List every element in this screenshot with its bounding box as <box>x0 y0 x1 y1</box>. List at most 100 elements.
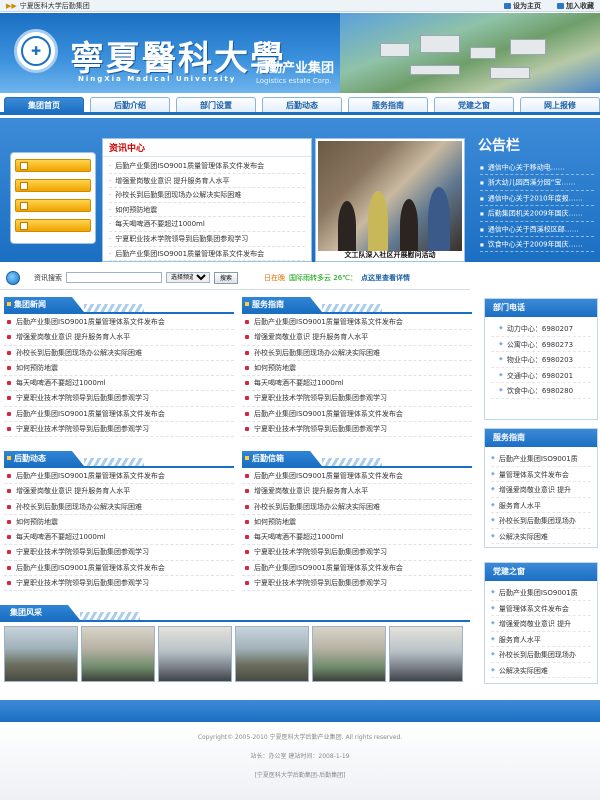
list-item[interactable]: 宁夏职业技术学院领导到后勤集团参观学习 <box>242 391 472 407</box>
list-item[interactable]: 孙校长到后勤集团现场办公解决实际困难 <box>242 500 472 515</box>
quick-link-button[interactable] <box>15 199 91 212</box>
weather-detail-link[interactable]: 点这里查看详情 <box>361 273 410 283</box>
weather-text: 国际雨转多云 26℃： <box>289 273 358 282</box>
news-item[interactable]: 孙校长到后勤集团现场办公解决实际困难 <box>109 188 305 203</box>
list-item[interactable]: 宁夏职业技术学院领导到后勤集团参观学习 <box>4 545 234 561</box>
list-item[interactable]: 后勤产业集团ISO9001质量管理体系文件发布会 <box>4 469 234 485</box>
notice-item[interactable]: 通信中心关于移动电…… <box>480 160 594 176</box>
list-item[interactable]: 宁夏职业技术学院领导到后勤集团参观学习 <box>4 391 234 407</box>
tab-repair[interactable]: 网上报修 <box>520 97 600 112</box>
arrow-icon: ▶▶ <box>6 1 17 10</box>
tab-departments[interactable]: 部门设置 <box>176 97 256 112</box>
footer-site-name[interactable]: [宁夏医科大学后勤集团-后勤集团] <box>0 770 600 779</box>
search-input[interactable] <box>66 272 162 283</box>
sidebar-item[interactable]: 后勤产业集团ISO9001质 <box>491 451 591 467</box>
list-item[interactable]: 每天喝啤酒不要超过1000ml <box>4 376 234 392</box>
list-item[interactable]: 每天喝啤酒不要超过1000ml <box>242 376 472 392</box>
university-logo: ✚ <box>14 29 58 73</box>
sidebar-item[interactable]: 公解决实际困难 <box>491 529 591 544</box>
gallery-thumbnail[interactable] <box>235 626 309 682</box>
gallery-section: 集团风采 <box>0 605 470 688</box>
feature-photo[interactable]: 文工队深入社区开展慰问活动 <box>315 138 465 262</box>
sidebar-item[interactable]: 后勤产业集团ISO9001质 <box>491 585 591 601</box>
sidebar-item[interactable]: 量管理体系文件发布会 <box>491 467 591 482</box>
tab-home[interactable]: 集团首页 <box>4 97 84 112</box>
gallery-thumbnail[interactable] <box>389 626 463 682</box>
feature-photo-caption: 文工队深入社区开展慰问活动 <box>344 251 436 259</box>
tab-service-guide[interactable]: 服务指南 <box>348 97 428 112</box>
news-item[interactable]: 宁夏职业技术学院领导到后勤集团参观学习 <box>109 232 305 247</box>
list-item[interactable]: 如何预防地震 <box>4 361 234 377</box>
quick-link-button[interactable] <box>15 159 91 172</box>
phone-item: 物业中心：6980203 <box>491 352 591 368</box>
list-item[interactable]: 增强爱岗敬业意识 提升服务育人水平 <box>242 330 472 346</box>
sidebar-item[interactable]: 增强爱岗敬业意识 提升 <box>491 482 591 498</box>
sidebar-item[interactable]: 服务育人水平 <box>491 632 591 647</box>
news-item[interactable]: 每天喝啤酒不要超过1000ml <box>109 217 305 232</box>
tab-news[interactable]: 后勤动态 <box>262 97 342 112</box>
list-item[interactable]: 后勤产业集团ISO9001质量管理体系文件发布会 <box>4 315 234 331</box>
notice-item[interactable]: 通信中心关于2010年度报…… <box>480 191 594 207</box>
section-title: 服务指南 <box>242 297 322 312</box>
sidebar-item[interactable]: 量管理体系文件发布会 <box>491 601 591 616</box>
search-button[interactable]: 搜索 <box>214 271 239 284</box>
list-item[interactable]: 宁夏职业技术学院领导到后勤集团参观学习 <box>242 576 472 592</box>
list-item[interactable]: 后勤产业集团ISO9001质量管理体系文件发布会 <box>242 315 472 331</box>
list-item[interactable]: 后勤产业集团ISO9001质量管理体系文件发布会 <box>242 469 472 485</box>
list-item[interactable]: 增强爱岗敬业意识 提升服务育人水平 <box>4 484 234 500</box>
list-item[interactable]: 宁夏职业技术学院领导到后勤集团参观学习 <box>4 422 234 438</box>
list-item[interactable]: 如何预防地震 <box>242 361 472 377</box>
list-item[interactable]: 如何预防地震 <box>4 515 234 531</box>
news-item[interactable]: 如何预防地震 <box>109 203 305 218</box>
list-item[interactable]: 如何预防地震 <box>242 515 472 531</box>
gallery-thumbnail[interactable] <box>158 626 232 682</box>
list-item[interactable]: 宁夏职业技术学院领导到后勤集团参观学习 <box>242 422 472 438</box>
list-item[interactable]: 增强爱岗敬业意识 提升服务育人水平 <box>4 330 234 346</box>
list-item[interactable]: 孙校长到后勤集团现场办公解决实际困难 <box>242 346 472 361</box>
sidebar-party-window: 党建之窗 后勤产业集团ISO9001质 量管理体系文件发布会 增强爱岗敬业意识 … <box>484 562 598 684</box>
list-item[interactable]: 后勤产业集团ISO9001质量管理体系文件发布会 <box>242 407 472 423</box>
tab-party[interactable]: 党建之窗 <box>434 97 514 112</box>
phone-item: 公寓中心：6980273 <box>491 337 591 352</box>
news-item[interactable]: 后勤产业集团ISO9001质量管理体系文件发布会 <box>109 159 305 174</box>
site-info-text: 站长：办公室 建站时间：2008-1-19 <box>250 753 350 760</box>
list-item[interactable]: 后勤产业集团ISO9001质量管理体系文件发布会 <box>4 561 234 577</box>
list-item[interactable]: 宁夏职业技术学院领导到后勤集团参观学习 <box>4 576 234 592</box>
notice-item[interactable]: 饮食中心关于2009年国庆…… <box>480 237 594 253</box>
news-item[interactable]: 后勤产业集团ISO9001质量管理体系文件发布会 <box>109 247 305 262</box>
footer-band <box>0 700 600 722</box>
top-title-group: ▶▶ 宁夏医科大学后勤集团 <box>6 1 90 11</box>
group-news-section: 集团新闻 后勤产业集团ISO9001质量管理体系文件发布会 增强爱岗敬业意识 提… <box>4 297 234 438</box>
channel-select[interactable]: 选择频道 <box>166 272 210 283</box>
gallery-thumbnail[interactable] <box>312 626 386 682</box>
quick-link-button[interactable] <box>15 179 91 192</box>
sidebar-item[interactable]: 增强爱岗敬业意识 提升 <box>491 616 591 632</box>
top-bar: ▶▶ 宁夏医科大学后勤集团 设为主页 加入收藏 <box>0 0 600 12</box>
group-cn-name: 后勤产业集团 <box>256 61 335 76</box>
sidebar-item[interactable]: 公解决实际困难 <box>491 663 591 678</box>
gallery-thumbnail[interactable] <box>4 626 78 682</box>
notice-item[interactable]: 后勤集团机关2009年国庆…… <box>480 206 594 222</box>
gallery-thumbnail[interactable] <box>81 626 155 682</box>
list-item[interactable]: 孙校长到后勤集团现场办公解决实际困难 <box>4 346 234 361</box>
list-item[interactable]: 每天喝啤酒不要超过1000ml <box>4 530 234 546</box>
list-item[interactable]: 每天喝啤酒不要超过1000ml <box>242 530 472 546</box>
tab-intro[interactable]: 后勤介绍 <box>90 97 170 112</box>
notice-item[interactable]: 通信中心关于西溪校区邮…… <box>480 222 594 237</box>
quick-link-button[interactable] <box>15 219 91 232</box>
notice-item[interactable]: 浙大幼儿园西溪分园“宝…… <box>480 175 594 191</box>
sidebar-item[interactable]: 孙校长到后勤集团现场办 <box>491 647 591 663</box>
sidebar-item[interactable]: 服务育人水平 <box>491 498 591 513</box>
list-item[interactable]: 孙校长到后勤集团现场办公解决实际困难 <box>4 500 234 515</box>
site-title: 宁夏医科大学后勤集团 <box>19 1 90 10</box>
set-home-link[interactable]: 设为主页 <box>504 1 541 11</box>
main-nav: 集团首页 后勤介绍 部门设置 后勤动态 服务指南 党建之窗 网上报修 <box>0 93 600 115</box>
list-item[interactable]: 宁夏职业技术学院领导到后勤集团参观学习 <box>242 545 472 561</box>
list-item[interactable]: 后勤产业集团ISO9001质量管理体系文件发布会 <box>4 407 234 423</box>
list-item[interactable]: 增强爱岗敬业意识 提升服务育人水平 <box>242 484 472 500</box>
news-item[interactable]: 增强爱岗敬业意识 提升服务育人水平 <box>109 174 305 189</box>
sidebar-title: 党建之窗 <box>485 563 597 581</box>
list-item[interactable]: 后勤产业集团ISO9001质量管理体系文件发布会 <box>242 561 472 577</box>
add-favorite-link[interactable]: 加入收藏 <box>557 1 594 11</box>
sidebar-item[interactable]: 孙校长到后勤集团现场办 <box>491 513 591 529</box>
